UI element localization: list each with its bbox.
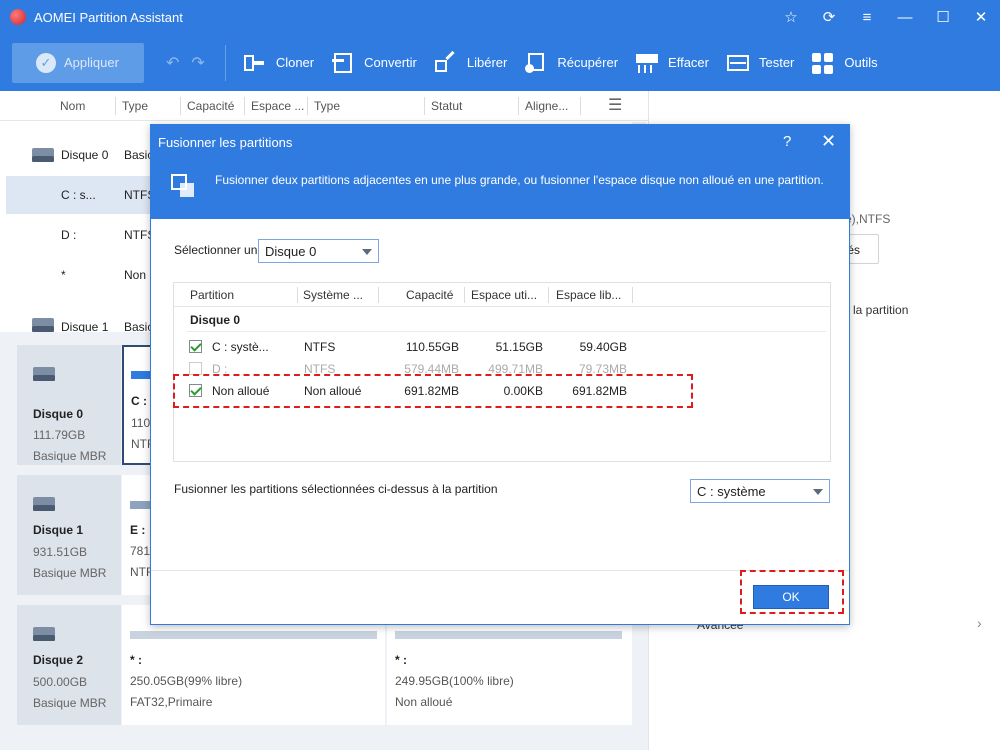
merge-target-select[interactable]: C : système — [690, 479, 830, 503]
list-row-name: Disque 1 — [61, 320, 109, 332]
col-fs-type[interactable]: Type — [314, 99, 340, 113]
col-type[interactable]: Type — [122, 99, 148, 113]
free-label: Libérer — [466, 55, 508, 70]
list-row-name: * — [61, 268, 66, 282]
free-button[interactable]: Libérer — [434, 50, 508, 74]
disk-group-label: Disque 0 — [190, 313, 241, 327]
clone-icon — [243, 52, 266, 74]
partition-checkbox-c[interactable] — [189, 340, 202, 353]
disk-icon — [33, 367, 55, 381]
merge-partitions-dialog: Fusionner les partitions ? ✕ Fusionner d… — [150, 124, 850, 625]
wipe-icon — [636, 52, 659, 74]
title-bar: AOMEI Partition Assistant ☆ ⟳ ≡ — ☐ ✕ — [0, 0, 1000, 34]
toolbar: ✓ Appliquer ↶ ↷ Cloner Convertir Libérer… — [0, 34, 1000, 91]
disk-card-0[interactable]: Disque 0 111.79GB Basique MBR — [17, 345, 121, 465]
clone-label: Cloner — [275, 55, 315, 70]
disk-icon — [32, 318, 54, 332]
col-used[interactable]: Espace ... — [251, 99, 304, 113]
col-status[interactable]: Statut — [431, 99, 462, 113]
partition-table: Partition Système ... Capacité Espace ut… — [173, 282, 831, 462]
merge-target-label: Fusionner les partitions sélectionnées c… — [174, 482, 498, 496]
partition-table-header: Partition Système ... Capacité Espace ut… — [174, 283, 830, 307]
disk-icon — [33, 627, 55, 641]
list-row-name: C : s... — [61, 188, 96, 202]
chevron-down-icon — [813, 489, 823, 495]
disk-select-value: Disque 0 — [265, 244, 317, 259]
col-filesystem[interactable]: Système ... — [303, 288, 363, 302]
convert-button[interactable]: Convertir — [332, 52, 417, 74]
tools-icon — [812, 52, 834, 74]
tools-label: Outils — [844, 55, 878, 70]
dialog-banner: Fusionner deux partitions adjacentes en … — [151, 159, 849, 219]
list-row-name: D : — [61, 228, 77, 242]
partition-fs-text: e),NTFS — [845, 212, 891, 226]
recover-label: Récupérer — [557, 55, 619, 70]
tools-button[interactable]: Outils — [812, 52, 878, 74]
merge-target-value: C : système — [697, 484, 766, 499]
recover-icon — [525, 52, 547, 74]
col-free[interactable]: Espace lib... — [556, 288, 621, 302]
column-settings-icon[interactable]: ☰ — [608, 95, 622, 115]
toolbar-separator — [224, 44, 226, 81]
list-row-type: Non — [124, 268, 147, 282]
app-logo-icon — [10, 9, 26, 25]
merge-icon — [171, 174, 197, 200]
disk-icon — [33, 497, 55, 511]
dialog-close-icon[interactable]: ✕ — [821, 131, 836, 152]
clone-button[interactable]: Cloner — [243, 52, 315, 74]
redo-icon[interactable]: ↷ — [191, 53, 204, 73]
wipe-label: Effacer — [668, 55, 709, 70]
minimize-button[interactable]: — — [886, 0, 924, 34]
list-row-type: Basic — [124, 320, 154, 332]
table-row-c[interactable]: C : systè... NTFS 110.55GB 51.15GB 59.40… — [174, 336, 830, 358]
partition-block-e[interactable]: E : 781 NTF — [122, 475, 153, 595]
disk-card-1[interactable]: Disque 1 931.51GB Basique MBR — [17, 475, 121, 595]
list-row-type: Basic — [124, 148, 154, 162]
help-icon[interactable]: ? — [783, 133, 791, 150]
star-icon[interactable]: ☆ — [772, 0, 810, 34]
ok-button[interactable]: OK — [753, 585, 829, 609]
dialog-description: Fusionner deux partitions adjacentes en … — [215, 173, 824, 187]
check-icon: ✓ — [36, 52, 56, 73]
recover-button[interactable]: Récupérer — [525, 52, 618, 74]
col-capacity[interactable]: Capacité — [187, 99, 234, 113]
dialog-title: Fusionner les partitions — [158, 135, 293, 150]
free-icon — [434, 50, 457, 74]
convert-label: Convertir — [364, 55, 417, 70]
partition-block-c[interactable]: C : 110.5 NTF — [122, 345, 160, 465]
test-button[interactable]: Tester — [726, 52, 795, 74]
chevron-down-icon — [362, 249, 372, 255]
highlight-box — [173, 374, 693, 408]
apply-button[interactable]: ✓ Appliquer — [12, 42, 144, 83]
chevron-right-icon[interactable]: › — [977, 615, 982, 631]
disk-icon — [32, 148, 54, 162]
close-button[interactable]: ✕ — [962, 0, 1000, 34]
test-icon — [726, 52, 749, 74]
dialog-title-bar: Fusionner les partitions ? ✕ — [151, 125, 849, 159]
wipe-button[interactable]: Effacer — [636, 52, 709, 74]
col-partition[interactable]: Partition — [190, 288, 234, 302]
test-label: Tester — [758, 55, 795, 70]
col-align[interactable]: Aligne... — [525, 99, 568, 113]
disk-select[interactable]: Disque 0 — [258, 239, 379, 263]
convert-icon — [332, 52, 354, 74]
select-disk-label: Sélectionner un — [174, 243, 258, 257]
refresh-icon[interactable]: ⟳ — [810, 0, 848, 34]
undo-icon[interactable]: ↶ — [166, 53, 179, 73]
list-row-name: Disque 0 — [61, 148, 109, 162]
partition-list-header: Nom Type Capacité Espace ... Type Statut… — [0, 91, 648, 121]
menu-icon[interactable]: ≡ — [848, 0, 886, 34]
maximize-button[interactable]: ☐ — [924, 0, 962, 34]
apply-label: Appliquer — [64, 55, 119, 70]
app-title: AOMEI Partition Assistant — [34, 9, 183, 25]
disk-card-2[interactable]: Disque 2 500.00GB Basique MBR — [17, 605, 121, 725]
merge-partition-link[interactable]: la partition — [853, 303, 908, 317]
col-name[interactable]: Nom — [60, 99, 85, 113]
col-capacity[interactable]: Capacité — [406, 288, 453, 302]
col-used[interactable]: Espace uti... — [471, 288, 537, 302]
